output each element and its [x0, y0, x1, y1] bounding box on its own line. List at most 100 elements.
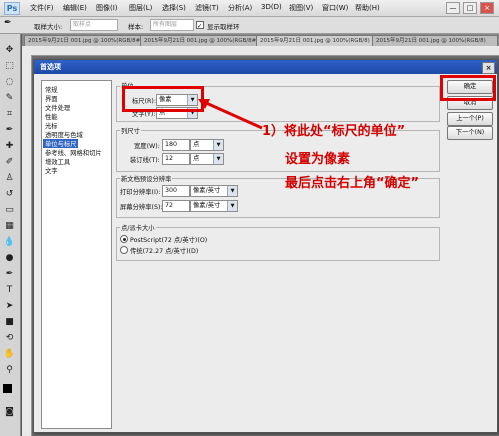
dialog-title: 首选项	[40, 63, 61, 71]
menu-window[interactable]: 窗口(W)	[322, 3, 348, 13]
category-type[interactable]: 文字	[45, 166, 58, 175]
chevron-down-icon: ▼	[213, 154, 223, 164]
dialog-title-bar: 首选项 ×	[34, 60, 497, 74]
quick-mask-icon[interactable]: ◙	[3, 406, 16, 419]
gutter-unit-value: 点	[193, 155, 200, 162]
brush-tool-icon[interactable]: ✐	[3, 156, 16, 169]
menu-filter[interactable]: 滤镜(T)	[195, 3, 219, 13]
menu-3d[interactable]: 3D(D)	[261, 3, 282, 11]
ruler-highlight-box	[122, 86, 204, 112]
pen-tool-icon[interactable]: ✒	[3, 268, 16, 281]
3d-rotate-tool-icon[interactable]: ⟲	[3, 332, 16, 345]
gradient-tool-icon[interactable]: ▦	[3, 220, 16, 233]
chevron-down-icon: ▼	[227, 201, 237, 211]
annotation-line-1: 1）将此处“标尺的单位”	[262, 124, 406, 139]
sample-size-label: 取样大小:	[34, 23, 63, 31]
lasso-tool-icon[interactable]: ◌	[3, 76, 16, 89]
photoshop-logo: Ps	[4, 2, 20, 15]
document-tabs: 2015年9月21日 001.jpg @ 100%(RGB/8#) 2015年9…	[22, 34, 499, 47]
close-app-button[interactable]: ×	[480, 2, 494, 14]
quick-select-tool-icon[interactable]: ✎	[3, 92, 16, 105]
annotation-arrow-icon	[198, 99, 263, 130]
maximize-button[interactable]: □	[463, 2, 477, 14]
menu-help[interactable]: 帮助(H)	[355, 3, 380, 13]
print-resolution-label: 打印分辨率(I):	[120, 189, 161, 196]
category-file-handling[interactable]: 文件处理	[45, 103, 70, 112]
column-size-legend: 列尺寸	[120, 126, 141, 135]
print-resolution-unit-value: 像素/英寸	[193, 187, 221, 194]
vertical-ruler	[22, 55, 32, 436]
point-pica-legend: 点/派卡大小	[120, 223, 156, 232]
ok-highlight-box	[440, 75, 496, 101]
annotation-line-3: 最后点击右上角“确定”	[285, 176, 420, 191]
category-list: 常规 界面 文件处理 性能 光标 透明度与色域 单位与标尺 参考线、网格和切片 …	[41, 80, 112, 429]
traditional-radio[interactable]	[120, 246, 128, 254]
dodge-tool-icon[interactable]: ●	[3, 252, 16, 265]
gutter-unit-select[interactable]: 点 ▼	[190, 153, 224, 165]
eyedropper-icon[interactable]: ✒	[4, 18, 12, 28]
traditional-label[interactable]: 传统(72.27 点/英寸)(D)	[130, 246, 198, 255]
category-transparency[interactable]: 透明度与色域	[45, 130, 83, 139]
postscript-radio[interactable]	[120, 235, 128, 243]
print-resolution-unit-select[interactable]: 像素/英寸 ▼	[190, 185, 238, 197]
column-width-label: 宽度(W):	[134, 143, 160, 150]
clone-stamp-tool-icon[interactable]: ♙	[3, 172, 16, 185]
shape-tool-icon[interactable]: ■	[3, 316, 16, 329]
minimize-button[interactable]: —	[446, 2, 460, 14]
screen-resolution-unit-value: 像素/英寸	[193, 202, 221, 209]
screen-resolution-label: 屏幕分辨率(S):	[120, 204, 163, 211]
category-interface[interactable]: 界面	[45, 94, 58, 103]
postscript-label[interactable]: PostScript(72 点/英寸)(O)	[130, 235, 207, 244]
history-brush-tool-icon[interactable]: ↺	[3, 188, 16, 201]
column-width-unit-value: 点	[193, 141, 200, 148]
print-resolution-input[interactable]: 300	[162, 185, 190, 197]
eyedropper-tool-icon[interactable]: ✒	[3, 124, 16, 137]
menu-analysis[interactable]: 分析(A)	[228, 3, 252, 13]
category-general[interactable]: 常规	[45, 85, 58, 94]
resolution-legend: 新文档预设分辨率	[120, 174, 173, 183]
chevron-down-icon: ▼	[227, 186, 237, 196]
screen-resolution-unit-select[interactable]: 像素/英寸 ▼	[190, 200, 238, 212]
category-cursors[interactable]: 光标	[45, 121, 58, 130]
eraser-tool-icon[interactable]: ▭	[3, 204, 16, 217]
annotation-line-2: 设置为像素	[285, 152, 351, 167]
category-plugins[interactable]: 增效工具	[45, 157, 70, 166]
menu-layer[interactable]: 图层(L)	[129, 3, 152, 13]
category-performance[interactable]: 性能	[45, 112, 58, 121]
menu-edit[interactable]: 编辑(E)	[63, 3, 87, 13]
blur-tool-icon[interactable]: 💧	[3, 236, 16, 249]
category-units-rulers[interactable]: 单位与标尺	[43, 139, 79, 148]
zoom-tool-icon[interactable]: ⚲	[3, 364, 16, 377]
marquee-tool-icon[interactable]: ⬚	[3, 60, 16, 73]
point-pica-group	[116, 227, 440, 261]
column-width-input[interactable]: 180	[162, 139, 190, 151]
menu-file[interactable]: 文件(F)	[30, 3, 54, 13]
move-tool-icon[interactable]: ✥	[3, 44, 16, 57]
dialog-close-button[interactable]: ×	[482, 62, 495, 74]
menu-select[interactable]: 选择(S)	[162, 3, 186, 13]
menu-bar: Ps 文件(F) 编辑(E) 图像(I) 图层(L) 选择(S) 滤镜(T) 分…	[0, 0, 499, 17]
hand-tool-icon[interactable]: ✋	[3, 348, 16, 361]
tools-panel: ✥ ⬚ ◌ ✎ ⌗ ✒ ✚ ✐ ♙ ↺ ▭ ▦ 💧 ● ✒ T ➤ ■ ⟲ ✋ …	[0, 34, 21, 436]
foreground-color-swatch[interactable]	[3, 384, 12, 393]
next-button[interactable]: 下一个(N)	[447, 126, 493, 140]
column-width-unit-select[interactable]: 点 ▼	[190, 139, 224, 151]
sample-size-select[interactable]: 取样点	[70, 19, 118, 31]
menu-image[interactable]: 图像(I)	[96, 3, 118, 13]
menu-view[interactable]: 视图(V)	[289, 3, 313, 13]
show-ring-checkbox[interactable]: ✓	[196, 21, 204, 30]
gutter-label: 装订线(T):	[130, 157, 160, 164]
screen-resolution-input[interactable]: 72	[162, 200, 190, 212]
path-select-tool-icon[interactable]: ➤	[3, 300, 16, 313]
chevron-down-icon: ▼	[213, 140, 223, 150]
horizontal-ruler	[22, 46, 499, 56]
sample-select[interactable]: 所有图层	[150, 19, 194, 31]
options-bar: ✒ 取样大小: 取样点 样本: 所有图层 ✓ 显示取样环	[0, 17, 499, 34]
prev-button[interactable]: 上一个(P)	[447, 112, 493, 126]
category-guides-grid[interactable]: 参考线、网格和切片	[45, 148, 102, 157]
healing-brush-tool-icon[interactable]: ✚	[3, 140, 16, 153]
crop-tool-icon[interactable]: ⌗	[3, 108, 16, 121]
sample-label: 样本:	[128, 23, 144, 31]
type-tool-icon[interactable]: T	[3, 284, 16, 297]
gutter-input[interactable]: 12	[162, 153, 190, 165]
